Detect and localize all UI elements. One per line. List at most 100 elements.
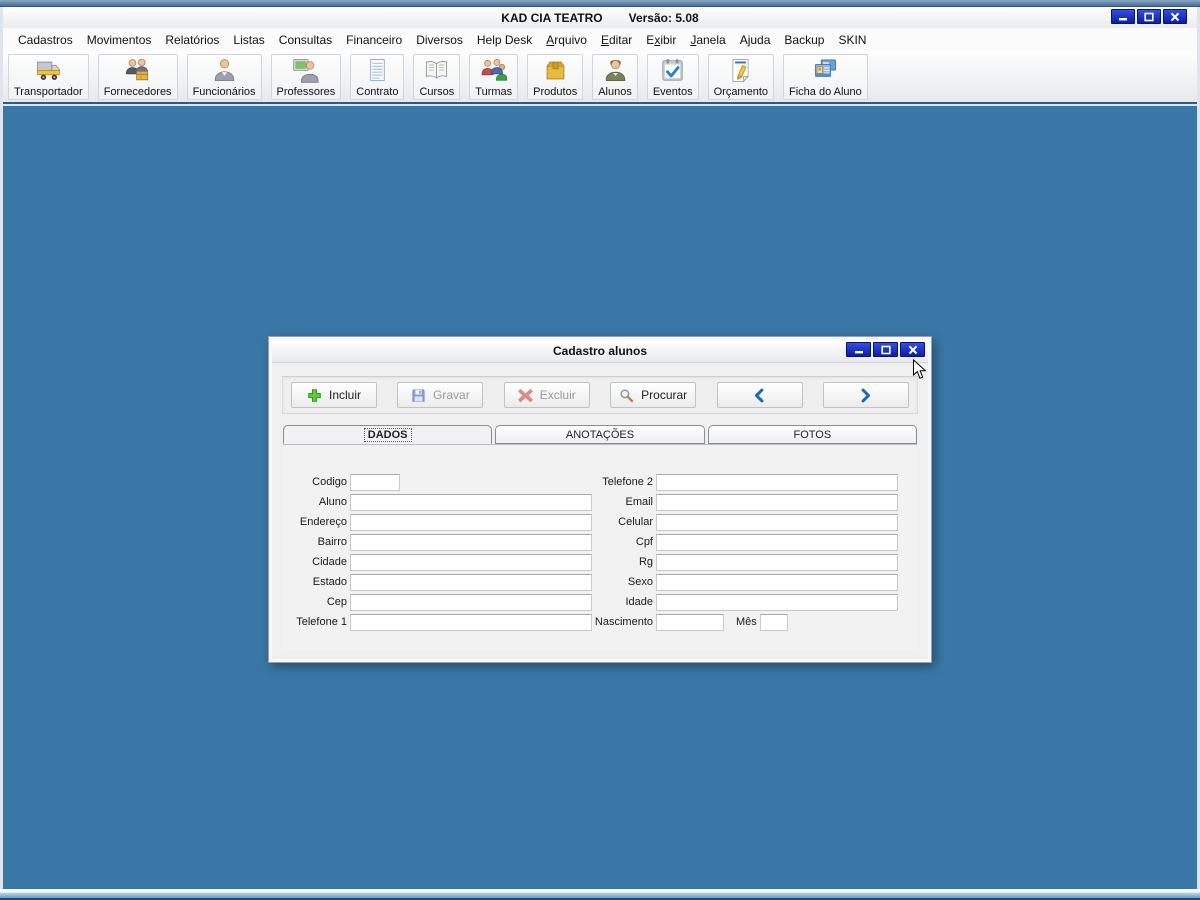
toolbar-professores-button[interactable]: Professores: [270, 53, 342, 100]
email-label: Email: [625, 496, 653, 508]
previous-record-button[interactable]: [716, 382, 803, 408]
toolbar-eventos-button[interactable]: Eventos: [646, 53, 699, 100]
book-icon: [423, 57, 450, 84]
maximize-icon: [1143, 12, 1155, 22]
idade-label: Idade: [625, 596, 653, 608]
form-row-bairro: Bairro: [279, 532, 592, 552]
window-close-button[interactable]: [1163, 9, 1187, 24]
menu-skin[interactable]: SKIN: [831, 30, 873, 50]
search-icon: [619, 388, 634, 403]
form-row-cidade: Cidade: [279, 552, 592, 572]
action-label: Procurar: [641, 388, 688, 402]
toolbar-label: Professores: [276, 85, 336, 98]
plus-icon: [307, 388, 322, 403]
excluir-button[interactable]: Excluir: [503, 382, 590, 408]
menu-ajuda[interactable]: Ajuda: [733, 30, 778, 50]
codigo-input[interactable]: [350, 473, 400, 491]
dialog-action-toolbar: Incluir Gravar Excluir Procurar: [282, 376, 918, 414]
toolbar: Transportador Fornecedores Funcionários Pro…: [3, 51, 1197, 104]
menu-cadastros[interactable]: Cadastros: [11, 30, 80, 50]
toolbar-cursos-button[interactable]: Cursos: [413, 53, 461, 100]
toolbar-transportador-button[interactable]: Transportador: [8, 53, 89, 100]
toolbar-fornecedores-button[interactable]: Fornecedores: [97, 53, 178, 100]
telefone-1-input[interactable]: [350, 613, 592, 631]
minimize-icon: [1117, 12, 1129, 22]
dialog-close-button[interactable]: [900, 342, 925, 357]
aluno-input[interactable]: [350, 493, 592, 511]
menu-financeiro[interactable]: Financeiro: [339, 30, 409, 50]
delete-icon: [517, 388, 533, 403]
idade-input[interactable]: [656, 593, 898, 611]
form-row-rg: Rg: [587, 552, 898, 572]
mes-input[interactable]: [759, 613, 788, 631]
toolbar-alunos-button[interactable]: Alunos: [592, 53, 638, 100]
toolbar-turmas-button[interactable]: Turmas: [469, 53, 519, 100]
toolbar-ficha-do-aluno-button[interactable]: Ficha do Aluno: [783, 53, 868, 100]
procurar-button[interactable]: Procurar: [610, 382, 697, 408]
window-controls: [1111, 9, 1187, 24]
form-row-cpf: Cpf: [587, 532, 898, 552]
toolbar-contrato-button[interactable]: Contrato: [350, 53, 405, 100]
cpf-input[interactable]: [656, 533, 898, 551]
form-row-sexo: Sexo: [587, 572, 898, 592]
telefone-2-input[interactable]: [656, 473, 898, 491]
toolbar-label: Turmas: [475, 85, 513, 98]
window-title: KAD CIA TEATRO: [501, 10, 603, 25]
gravar-button[interactable]: Gravar: [397, 382, 484, 408]
form-row-codigo: Codigo: [279, 472, 592, 492]
sexo-input[interactable]: [656, 573, 898, 591]
menu-help-desk[interactable]: Help Desk: [470, 30, 539, 50]
chevron-right-icon: [858, 388, 873, 403]
cidade-input[interactable]: [350, 553, 592, 571]
form-row-aluno: Aluno: [279, 492, 592, 512]
next-record-button[interactable]: [822, 382, 909, 408]
dialog-minimize-button[interactable]: [846, 342, 871, 357]
menu-arquivo[interactable]: Arquivo: [539, 30, 594, 50]
dialog-cadastro-alunos: Cadastro alunos Incluir Gravar Excluir Proc…: [268, 336, 932, 663]
menu-movimentos[interactable]: Movimentos: [80, 30, 159, 50]
menu-consultas[interactable]: Consultas: [272, 30, 339, 50]
endereco-input[interactable]: [350, 513, 592, 531]
menu-janela[interactable]: Janela: [683, 30, 732, 50]
window-minimize-button[interactable]: [1111, 9, 1135, 24]
menu-exibir[interactable]: Exibir: [639, 30, 683, 50]
action-label: Gravar: [433, 388, 470, 402]
contract-icon: [364, 57, 391, 84]
menu-relatorios[interactable]: Relatórios: [158, 30, 226, 50]
save-icon: [411, 388, 426, 403]
menu-backup[interactable]: Backup: [777, 30, 831, 50]
menubar: Cadastros Movimentos Relatórios Listas Consu…: [3, 28, 1197, 52]
minimize-icon: [853, 345, 865, 355]
toolbar-produtos-button[interactable]: Produtos: [527, 53, 584, 100]
tab-anotacoes[interactable]: ANOTAÇÕES: [495, 425, 705, 444]
window-frame-top: [0, 0, 1200, 7]
toolbar-orcamento-button[interactable]: Orçamento: [707, 53, 775, 100]
group-icon: [480, 57, 508, 84]
bairro-input[interactable]: [350, 533, 592, 551]
dialog-maximize-button[interactable]: [873, 342, 898, 357]
nascimento-input[interactable]: [656, 613, 724, 631]
toolbar-label: Funcionários: [192, 85, 256, 98]
menu-diversos[interactable]: Diversos: [409, 30, 470, 50]
chevron-left-icon: [752, 388, 767, 403]
tab-fotos[interactable]: FOTOS: [707, 425, 917, 444]
menu-listas[interactable]: Listas: [226, 30, 271, 50]
close-icon: [1169, 12, 1181, 22]
app-window: { "window": { "title": "KAD CIA TEATRO",…: [0, 0, 1200, 900]
menu-editar[interactable]: Editar: [594, 30, 639, 50]
estado-input[interactable]: [350, 573, 592, 591]
email-input[interactable]: [656, 493, 898, 511]
tab-label: FOTOS: [793, 428, 832, 441]
tab-dados[interactable]: DADOS: [283, 425, 493, 444]
dialog-titlebar[interactable]: Cadastro alunos: [272, 340, 928, 363]
toolbar-funcionarios-button[interactable]: Funcionários: [186, 53, 262, 100]
mes-label: Mês: [736, 616, 757, 628]
record-cards-icon: [812, 57, 839, 84]
window-maximize-button[interactable]: [1137, 9, 1161, 24]
toolbar-label: Cursos: [419, 85, 455, 98]
rg-input[interactable]: [656, 553, 898, 571]
incluir-button[interactable]: Incluir: [291, 382, 377, 408]
codigo-label: Codigo: [312, 476, 347, 488]
cep-input[interactable]: [350, 593, 592, 611]
celular-input[interactable]: [656, 513, 898, 531]
